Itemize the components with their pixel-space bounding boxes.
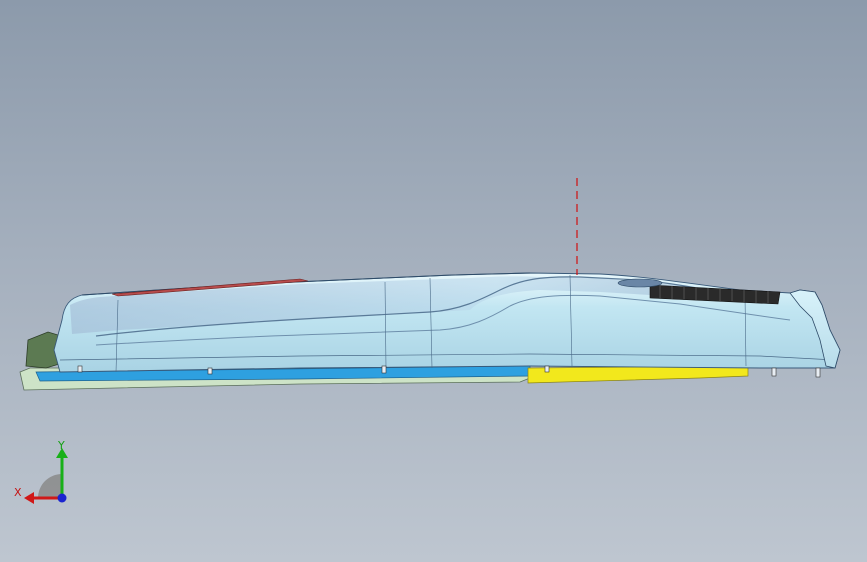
triad-plane bbox=[38, 474, 62, 498]
part-model[interactable] bbox=[0, 0, 867, 562]
top-opening[interactable] bbox=[617, 278, 663, 288]
x-axis-arrow bbox=[24, 492, 34, 504]
triad-y-label: Y bbox=[58, 439, 65, 452]
z-axis-dot bbox=[57, 493, 67, 503]
triad-x-label: X bbox=[14, 486, 22, 499]
yellow-insert[interactable] bbox=[527, 365, 749, 384]
graphics-viewport[interactable]: X Y bbox=[0, 0, 867, 562]
triad-graphic bbox=[24, 448, 68, 504]
orientation-triad[interactable]: X Y bbox=[12, 440, 82, 510]
